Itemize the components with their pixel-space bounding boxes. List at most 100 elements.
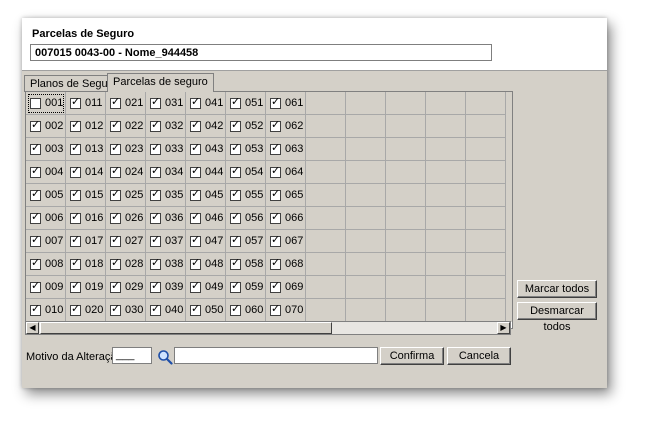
installment-checkbox[interactable] <box>70 303 81 316</box>
installment-cell[interactable]: 058 <box>226 253 266 276</box>
installment-cell[interactable]: 044 <box>186 161 226 184</box>
installment-checkbox[interactable] <box>270 96 281 109</box>
reason-code-input[interactable]: ___ <box>112 347 152 364</box>
installment-cell[interactable]: 010 <box>26 299 66 322</box>
policy-name-field[interactable]: 007015 0043-00 - Nome_944458 <box>30 44 492 61</box>
installment-checkbox[interactable] <box>150 119 161 132</box>
installment-checkbox[interactable] <box>190 96 201 109</box>
installment-cell[interactable]: 046 <box>186 207 226 230</box>
installment-checkbox[interactable] <box>70 188 81 201</box>
installment-checkbox[interactable] <box>190 303 201 316</box>
installment-checkbox[interactable] <box>270 165 281 178</box>
installment-cell[interactable]: 015 <box>66 184 106 207</box>
tab-parcelas-de-seguro[interactable]: Parcelas de seguro <box>107 73 214 92</box>
installment-checkbox[interactable] <box>70 142 81 155</box>
installment-cell[interactable]: 016 <box>66 207 106 230</box>
installment-cell[interactable]: 049 <box>186 276 226 299</box>
installment-checkbox[interactable] <box>150 234 161 247</box>
installment-checkbox[interactable] <box>230 303 241 316</box>
installment-cell[interactable]: 018 <box>66 253 106 276</box>
installment-checkbox[interactable] <box>30 234 41 247</box>
installment-checkbox[interactable] <box>110 234 121 247</box>
installment-cell[interactable]: 026 <box>106 207 146 230</box>
installment-cell[interactable]: 022 <box>106 115 146 138</box>
installment-cell[interactable]: 035 <box>146 184 186 207</box>
installment-checkbox[interactable] <box>230 188 241 201</box>
installment-checkbox[interactable] <box>110 142 121 155</box>
installment-cell[interactable]: 001 <box>26 92 66 115</box>
installment-cell[interactable]: 006 <box>26 207 66 230</box>
installment-cell[interactable]: 043 <box>186 138 226 161</box>
installment-checkbox[interactable] <box>30 280 41 293</box>
installment-cell[interactable]: 033 <box>146 138 186 161</box>
installment-checkbox[interactable] <box>70 257 81 270</box>
installment-cell[interactable]: 047 <box>186 230 226 253</box>
installment-checkbox[interactable] <box>110 280 121 293</box>
installment-checkbox[interactable] <box>30 165 41 178</box>
installment-cell[interactable]: 066 <box>266 207 306 230</box>
installment-checkbox[interactable] <box>270 211 281 224</box>
installment-cell[interactable]: 009 <box>26 276 66 299</box>
installment-checkbox[interactable] <box>190 234 201 247</box>
installment-checkbox[interactable] <box>150 211 161 224</box>
search-icon[interactable] <box>157 349 173 365</box>
installment-checkbox[interactable] <box>110 96 121 109</box>
confirm-button[interactable]: Confirma <box>380 347 444 365</box>
reason-text-input[interactable] <box>174 347 378 364</box>
installment-checkbox[interactable] <box>110 211 121 224</box>
installment-cell[interactable]: 013 <box>66 138 106 161</box>
installment-cell[interactable]: 056 <box>226 207 266 230</box>
installment-checkbox[interactable] <box>70 165 81 178</box>
installment-cell[interactable]: 032 <box>146 115 186 138</box>
installment-cell[interactable]: 024 <box>106 161 146 184</box>
installment-checkbox[interactable] <box>150 280 161 293</box>
installment-checkbox[interactable] <box>270 303 281 316</box>
installment-cell[interactable]: 041 <box>186 92 226 115</box>
installment-checkbox[interactable] <box>150 142 161 155</box>
mark-all-button[interactable]: Marcar todos <box>517 280 597 298</box>
installment-cell[interactable]: 042 <box>186 115 226 138</box>
cancel-button[interactable]: Cancela <box>447 347 511 365</box>
installment-checkbox[interactable] <box>230 165 241 178</box>
installment-cell[interactable]: 019 <box>66 276 106 299</box>
horizontal-scrollbar[interactable]: ◀ ▶ <box>25 321 511 335</box>
installment-checkbox[interactable] <box>190 257 201 270</box>
installment-cell[interactable]: 055 <box>226 184 266 207</box>
installment-cell[interactable]: 012 <box>66 115 106 138</box>
installment-cell[interactable]: 003 <box>26 138 66 161</box>
installment-cell[interactable]: 028 <box>106 253 146 276</box>
installment-checkbox[interactable] <box>30 97 41 109</box>
installment-checkbox[interactable] <box>110 119 121 132</box>
installment-cell[interactable]: 064 <box>266 161 306 184</box>
installment-cell[interactable]: 054 <box>226 161 266 184</box>
installment-cell[interactable]: 023 <box>106 138 146 161</box>
installment-cell[interactable]: 002 <box>26 115 66 138</box>
installment-checkbox[interactable] <box>230 234 241 247</box>
installment-checkbox[interactable] <box>30 211 41 224</box>
installment-checkbox[interactable] <box>270 280 281 293</box>
installment-cell[interactable]: 030 <box>106 299 146 322</box>
installment-cell[interactable]: 062 <box>266 115 306 138</box>
installment-checkbox[interactable] <box>150 257 161 270</box>
installment-checkbox[interactable] <box>190 142 201 155</box>
installment-checkbox[interactable] <box>150 96 161 109</box>
installment-checkbox[interactable] <box>70 280 81 293</box>
installment-cell[interactable]: 069 <box>266 276 306 299</box>
installment-checkbox[interactable] <box>70 234 81 247</box>
installment-checkbox[interactable] <box>70 119 81 132</box>
installment-checkbox[interactable] <box>230 280 241 293</box>
installment-checkbox[interactable] <box>190 280 201 293</box>
installment-checkbox[interactable] <box>230 119 241 132</box>
installment-checkbox[interactable] <box>270 234 281 247</box>
scroll-left-icon[interactable]: ◀ <box>26 322 39 334</box>
installment-checkbox[interactable] <box>110 257 121 270</box>
scroll-right-icon[interactable]: ▶ <box>497 322 510 334</box>
installment-checkbox[interactable] <box>190 165 201 178</box>
installment-checkbox[interactable] <box>270 142 281 155</box>
installment-checkbox[interactable] <box>270 188 281 201</box>
installment-cell[interactable]: 004 <box>26 161 66 184</box>
installment-checkbox[interactable] <box>230 257 241 270</box>
unmark-all-button[interactable]: Desmarcar todos <box>517 302 597 333</box>
installment-checkbox[interactable] <box>30 303 41 316</box>
installment-cell[interactable]: 029 <box>106 276 146 299</box>
